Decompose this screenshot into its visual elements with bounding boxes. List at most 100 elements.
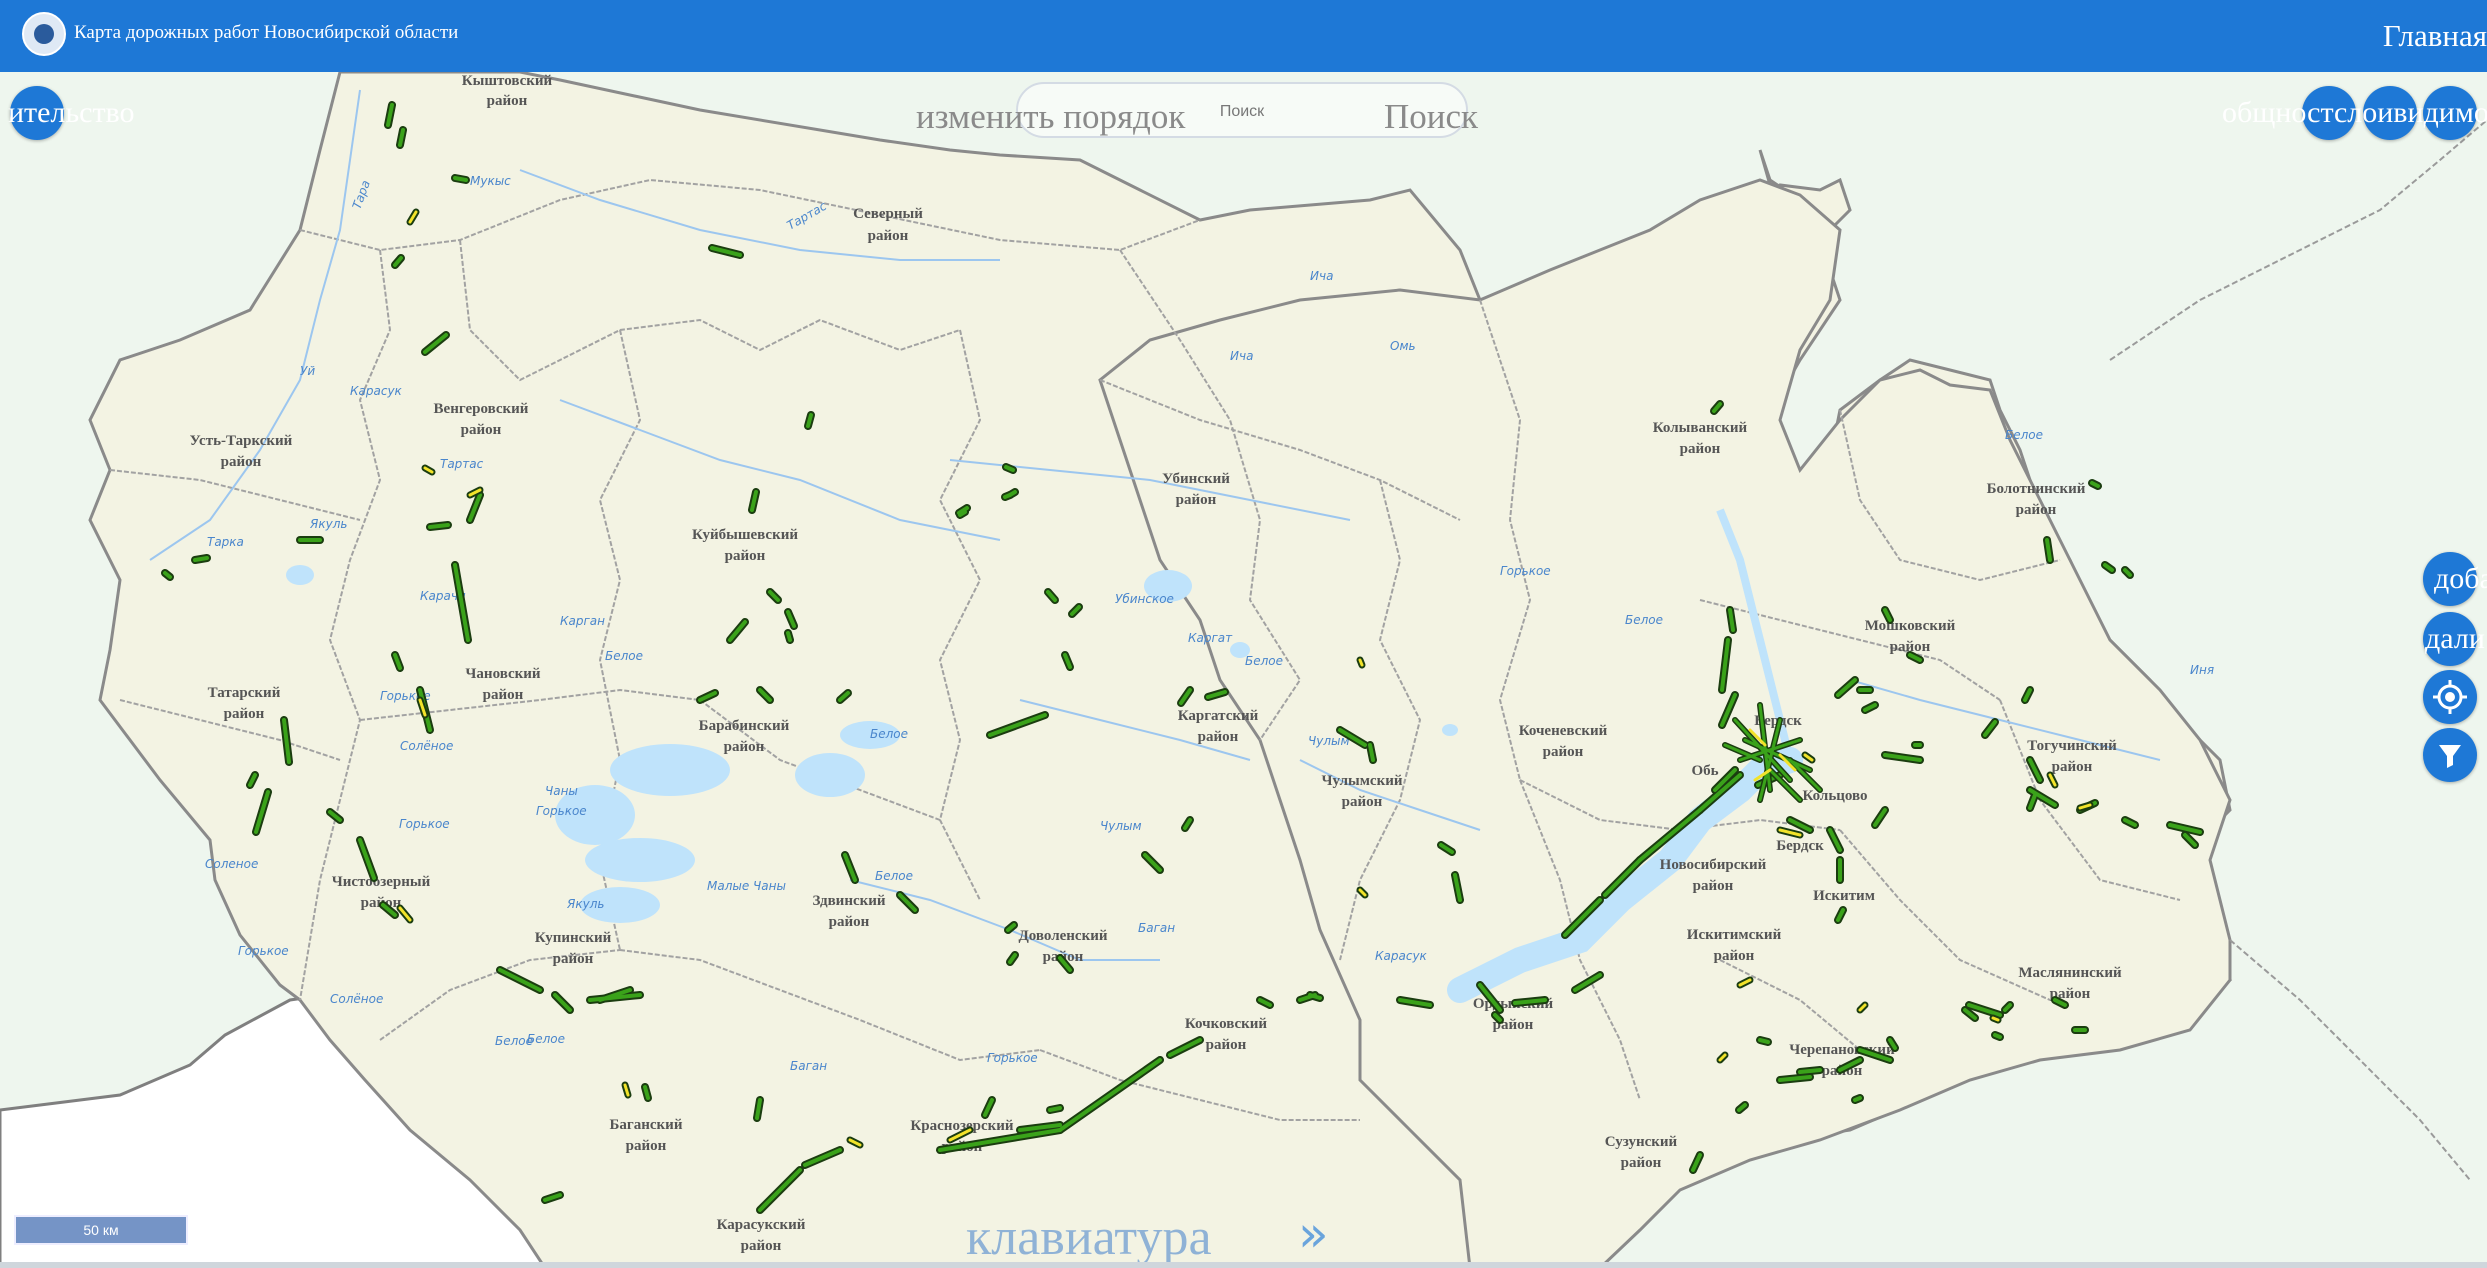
svg-text:Чулымский: Чулымский — [1321, 773, 1402, 789]
home-link[interactable]: Главная — [2383, 18, 2487, 54]
svg-text:Куйбышевский: Куйбышевский — [692, 527, 798, 543]
svg-text:Доволенский: Доволенский — [1018, 928, 1107, 944]
svg-text:Белое: Белое — [2005, 428, 2043, 442]
filter-icon — [2439, 745, 2461, 768]
svg-text:Белое: Белое — [1625, 613, 1663, 627]
svg-text:Соленое: Соленое — [205, 857, 258, 871]
svg-text:Каргат: Каргат — [1188, 631, 1233, 645]
svg-text:Малые Чаны: Малые Чаны — [707, 879, 786, 893]
svg-text:район: район — [626, 1138, 667, 1154]
svg-text:Здвинский: Здвинский — [812, 893, 885, 909]
svg-text:Мошковский: Мошковский — [1865, 618, 1956, 634]
svg-text:Искитим: Искитим — [1813, 888, 1875, 904]
svg-text:Баган: Баган — [1138, 921, 1175, 935]
svg-text:район: район — [2052, 759, 2093, 775]
svg-text:Белое: Белое — [875, 869, 913, 883]
top-bar: Карта дорожных работ Новосибирской облас… — [0, 0, 2487, 72]
left-control-button[interactable] — [10, 86, 64, 140]
svg-text:Северный: Северный — [853, 206, 923, 222]
svg-text:район: район — [1543, 744, 1584, 760]
app-title: Карта дорожных работ Новосибирской облас… — [74, 22, 459, 43]
svg-text:Колыванский: Колыванский — [1653, 420, 1748, 436]
svg-text:район: район — [221, 454, 262, 470]
svg-text:Убинское: Убинское — [1115, 592, 1174, 606]
svg-text:Якуль: Якуль — [566, 897, 604, 911]
svg-text:Искитимский: Искитимский — [1687, 927, 1782, 943]
region-emblem-icon — [22, 12, 66, 56]
svg-text:Омь: Омь — [1390, 339, 1416, 353]
keyboard-label[interactable]: клавиатура — [966, 1208, 1212, 1267]
svg-text:Мукыс: Мукыс — [470, 174, 511, 188]
svg-text:Горькое: Горькое — [536, 804, 587, 818]
svg-text:Карасук: Карасук — [1375, 949, 1428, 963]
svg-text:Чановский: Чановский — [465, 666, 541, 682]
add-button[interactable] — [2423, 552, 2477, 606]
svg-text:район: район — [2016, 502, 2057, 518]
svg-text:Кыштовский: Кыштовский — [462, 73, 553, 89]
svg-text:Сузунский: Сузунский — [1605, 1134, 1678, 1150]
svg-text:Горькое: Горькое — [987, 1051, 1038, 1065]
svg-text:район: район — [1342, 794, 1383, 810]
svg-text:Карасукский: Карасукский — [717, 1217, 806, 1233]
svg-text:Болотнинский: Болотнинский — [1987, 481, 2086, 497]
svg-text:район: район — [461, 422, 502, 438]
svg-text:район: район — [868, 228, 909, 244]
svg-text:район: район — [553, 951, 594, 967]
svg-text:район: район — [724, 739, 765, 755]
svg-text:Каргатский: Каргатский — [1178, 708, 1259, 724]
remove-button[interactable] — [2423, 612, 2477, 666]
svg-text:Маслянинский: Маслянинский — [2018, 965, 2122, 981]
svg-text:Тартас: Тартас — [440, 457, 484, 471]
svg-text:Баганский: Баганский — [610, 1117, 683, 1133]
svg-text:район: район — [487, 93, 528, 109]
scale-bar: 50 км — [14, 1215, 188, 1245]
svg-text:Кольцово: Кольцово — [1802, 788, 1867, 804]
svg-text:Обь: Обь — [1691, 763, 1718, 779]
svg-text:район: район — [741, 1238, 782, 1254]
locate-button[interactable] — [2423, 670, 2477, 724]
svg-text:Белое: Белое — [605, 649, 643, 663]
svg-text:Горькое: Горькое — [399, 817, 450, 831]
svg-text:Купинский: Купинский — [535, 930, 612, 946]
svg-text:Коченевский: Коченевский — [1519, 723, 1608, 739]
community-button[interactable] — [2302, 86, 2356, 140]
svg-text:район: район — [1621, 1155, 1662, 1171]
svg-text:Иня: Иня — [2190, 663, 2214, 677]
svg-text:Чаны: Чаны — [545, 784, 578, 798]
svg-text:Бердск: Бердск — [1776, 838, 1824, 854]
visibility-button[interactable] — [2423, 86, 2477, 140]
svg-text:Белое: Белое — [1245, 654, 1283, 668]
svg-text:район: район — [1680, 441, 1721, 457]
svg-text:Караcук: Караcук — [350, 384, 403, 398]
svg-text:Ича: Ича — [1230, 349, 1253, 363]
bottom-scrollbar[interactable] — [0, 1262, 2487, 1268]
reorder-label[interactable]: изменить порядок — [916, 97, 1185, 137]
map-canvas[interactable]: Кыштовский район Северный район Венгеровск… — [0, 72, 2487, 1268]
svg-text:Венгеровский: Венгеровский — [434, 401, 529, 417]
filter-button[interactable] — [2423, 728, 2477, 782]
keyboard-expand-icon[interactable]: » — [1298, 1205, 1329, 1263]
svg-text:Солёное: Солёное — [330, 992, 383, 1006]
svg-text:район: район — [224, 706, 265, 722]
svg-text:Кочковский: Кочковский — [1185, 1016, 1267, 1032]
svg-text:Ича: Ича — [1310, 269, 1333, 283]
search-button[interactable]: Поиск — [1384, 97, 1478, 137]
svg-text:Баган: Баган — [790, 1059, 827, 1073]
layers-button[interactable] — [2363, 86, 2417, 140]
svg-text:Тарка: Тарка — [207, 535, 244, 549]
svg-text:Чистоозерный: Чистоозерный — [332, 874, 431, 890]
svg-text:Чулым: Чулым — [1100, 819, 1142, 833]
svg-text:Горькое: Горькое — [238, 944, 289, 958]
svg-text:Белое: Белое — [870, 727, 908, 741]
svg-text:район: район — [1198, 729, 1239, 745]
svg-text:район: район — [829, 914, 870, 930]
svg-text:район: район — [1714, 948, 1755, 964]
crosshair-icon — [2433, 680, 2467, 714]
svg-text:район: район — [725, 548, 766, 564]
svg-text:Якуль: Якуль — [309, 517, 347, 531]
svg-text:Усть-Таркский: Усть-Таркский — [190, 433, 293, 449]
svg-text:район: район — [1206, 1037, 1247, 1053]
svg-text:район: район — [483, 687, 524, 703]
svg-text:Татарский: Татарский — [208, 685, 281, 701]
svg-text:Убинский: Убинский — [1162, 471, 1230, 487]
